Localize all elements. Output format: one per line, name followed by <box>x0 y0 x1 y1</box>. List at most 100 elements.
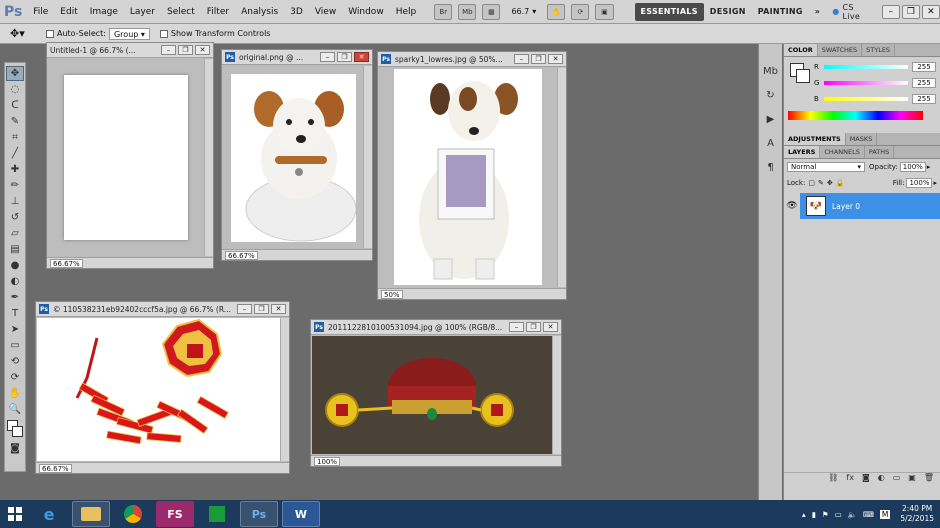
history-brush-tool[interactable]: ↺ <box>6 210 24 225</box>
keyboard-icon[interactable]: ⌨ <box>863 510 874 519</box>
hand-tool-button[interactable]: ✋ <box>547 3 566 20</box>
history-icon[interactable]: ↻ <box>763 88 779 102</box>
adjustment-layer-icon[interactable]: ◐ <box>878 473 885 486</box>
menu-filter[interactable]: Filter <box>201 0 235 24</box>
mini-bridge-button[interactable]: Mb <box>458 3 477 20</box>
minimize-icon[interactable]: – <box>509 322 524 332</box>
menu-window[interactable]: Window <box>342 0 390 24</box>
chrome-icon[interactable] <box>114 501 152 527</box>
close-icon[interactable]: ✕ <box>354 52 369 62</box>
minimize-icon[interactable]: – <box>514 54 529 64</box>
tab-swatches[interactable]: SWATCHES <box>818 44 863 56</box>
document-title-bar[interactable]: Untitled-1 @ 66.7% (... – ❐ ✕ <box>47 43 213 58</box>
delete-layer-icon[interactable]: 🗑 <box>924 473 934 486</box>
start-button-icon[interactable] <box>0 500 30 528</box>
canvas-area[interactable] <box>48 59 204 256</box>
transform-controls-checkbox[interactable] <box>159 29 168 38</box>
menu-image[interactable]: Image <box>84 0 124 24</box>
show-hidden-icons[interactable]: ▴ <box>802 510 806 519</box>
fill-arrow-icon[interactable]: ▸ <box>933 179 937 187</box>
zoom-tool[interactable]: 🔍 <box>6 402 24 417</box>
internet-explorer-icon[interactable]: e <box>30 501 68 527</box>
color-spectrum-bar[interactable] <box>788 111 923 120</box>
restore-icon[interactable]: ❐ <box>254 304 269 314</box>
red-value[interactable]: 255 <box>912 62 936 72</box>
document-window-firecrackers[interactable]: Ps © 110538231eb92402cccf5a.jpg @ 66.7% (… <box>35 301 290 474</box>
mini-bridge-icon[interactable]: Mb <box>763 64 779 78</box>
crop-tool[interactable]: ⌗ <box>6 130 24 145</box>
more-workspaces-button[interactable]: » <box>809 3 826 21</box>
marquee-tool[interactable]: ◌ <box>6 82 24 97</box>
lock-image-icon[interactable]: ✎ <box>818 179 824 187</box>
zoom-field[interactable]: 66.67% <box>225 250 258 260</box>
cs-live-button[interactable]: ● CS Live <box>826 3 875 21</box>
minimize-icon[interactable]: – <box>161 45 176 55</box>
lock-position-icon[interactable]: ✥ <box>827 179 833 187</box>
clock[interactable]: 2:40 PM 5/2/2015 <box>900 504 934 524</box>
fs-app-icon[interactable]: FS <box>156 501 194 527</box>
blend-mode-dropdown[interactable]: Normal ▾ <box>787 162 865 172</box>
tab-styles[interactable]: STYLES <box>862 44 896 56</box>
workspace-design[interactable]: DESIGN <box>704 3 752 21</box>
view-extras-button[interactable]: ▦ <box>482 3 501 20</box>
move-tool[interactable]: ✥ <box>6 66 24 81</box>
restore-icon[interactable]: ❐ <box>178 45 193 55</box>
document-window-hat[interactable]: Ps 20111228101005310​94.jpg @ 100% (RGB/8… <box>310 319 562 467</box>
zoom-field[interactable]: 66.67% <box>39 463 72 473</box>
document-title-bar[interactable]: Ps © 110538231eb92402cccf5a.jpg @ 66.7% (… <box>36 302 289 317</box>
3d-rotate-tool[interactable]: ⟲ <box>6 354 24 369</box>
canvas-area[interactable] <box>312 336 552 454</box>
volume-icon[interactable]: 🔈 <box>848 510 857 519</box>
hand-tool[interactable]: ✋ <box>6 386 24 401</box>
new-group-icon[interactable]: ▭ <box>893 473 901 486</box>
file-explorer-icon[interactable] <box>72 501 110 527</box>
document-title-bar[interactable]: Ps original.png @ ... – ❐ ✕ <box>222 50 372 65</box>
brush-tool[interactable]: ✏ <box>6 178 24 193</box>
healing-tool[interactable]: ✚ <box>6 162 24 177</box>
quick-select-tool[interactable]: ✎ <box>6 114 24 129</box>
workspace-painting[interactable]: PAINTING <box>752 3 809 21</box>
tab-paths[interactable]: PATHS <box>865 146 895 158</box>
menu-3d[interactable]: 3D <box>284 0 309 24</box>
color-swatch-icon[interactable] <box>6 418 24 440</box>
tab-masks[interactable]: MASKS <box>846 133 878 145</box>
zoom-field[interactable]: 50% <box>381 289 403 299</box>
flag-icon[interactable]: ⚑ <box>822 510 829 519</box>
layer-row[interactable]: 👁 🐶 Layer 0 <box>784 193 940 219</box>
photoshop-taskbar-icon[interactable]: Ps <box>240 501 278 527</box>
menu-view[interactable]: View <box>309 0 342 24</box>
restore-icon[interactable]: ❐ <box>526 322 541 332</box>
store-icon[interactable] <box>198 501 236 527</box>
type-tool[interactable]: T <box>6 306 24 321</box>
network-icon[interactable]: ▮ <box>812 510 816 519</box>
zoom-field[interactable]: 66.67% <box>50 258 83 268</box>
document-window-sparky[interactable]: Ps sparky1_lowres.jpg @ 50%... – ❐ ✕ 50% <box>377 51 567 300</box>
eyedropper-tool[interactable]: ╱ <box>6 146 24 161</box>
visibility-eye-icon[interactable]: 👁 <box>784 193 800 219</box>
canvas-area[interactable] <box>379 68 557 287</box>
tab-adjustments[interactable]: ADJUSTMENTS <box>784 133 846 145</box>
dodge-tool[interactable]: ◐ <box>6 274 24 289</box>
vertical-scrollbar[interactable] <box>363 66 372 248</box>
new-layer-icon[interactable]: ▣ <box>908 473 916 486</box>
lock-all-icon[interactable]: 🔒 <box>836 179 845 187</box>
eraser-tool[interactable]: ▱ <box>6 226 24 241</box>
close-icon[interactable]: ✕ <box>271 304 286 314</box>
gradient-tool[interactable]: ▤ <box>6 242 24 257</box>
path-select-tool[interactable]: ➤ <box>6 322 24 337</box>
stamp-tool[interactable]: ⊥ <box>6 194 24 209</box>
quick-mask-icon[interactable]: ◙ <box>6 441 24 456</box>
shape-tool[interactable]: ▭ <box>6 338 24 353</box>
menu-help[interactable]: Help <box>390 0 423 24</box>
menu-edit[interactable]: Edit <box>54 0 83 24</box>
opacity-arrow-icon[interactable]: ▸ <box>927 163 931 171</box>
close-icon[interactable]: ✕ <box>543 322 558 332</box>
3d-orbit-tool[interactable]: ⟳ <box>6 370 24 385</box>
workspace-essentials[interactable]: ESSENTIALS <box>634 2 704 21</box>
minimize-icon[interactable]: – <box>320 52 335 62</box>
arrange-documents-button[interactable]: ▣ <box>595 3 614 20</box>
battery-icon[interactable]: ▭ <box>835 510 842 519</box>
green-slider[interactable] <box>824 81 908 85</box>
menu-analysis[interactable]: Analysis <box>235 0 284 24</box>
canvas-area[interactable] <box>223 66 363 248</box>
